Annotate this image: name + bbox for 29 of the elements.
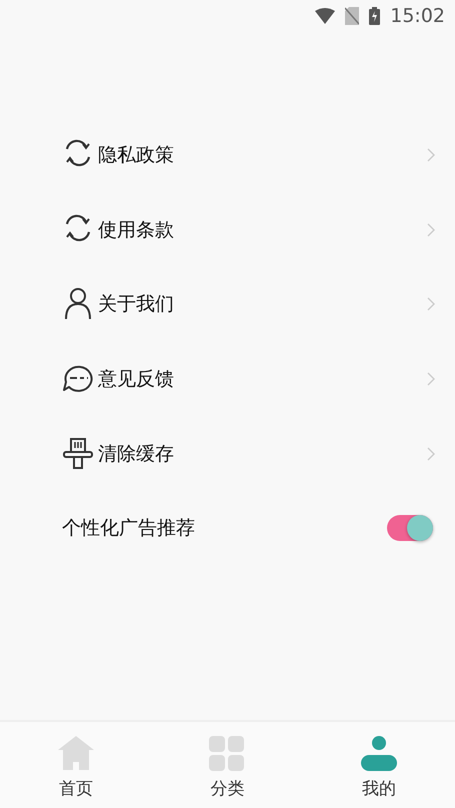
menu-item[interactable]: 使用条款 xyxy=(0,192,455,268)
nav-tab[interactable]: 首页 xyxy=(26,722,126,808)
chevron-right-icon xyxy=(427,222,435,237)
menu-label: 隐私政策 xyxy=(98,143,175,168)
menu-item[interactable]: 意见反馈 xyxy=(0,342,455,416)
nav-tab[interactable]: 分类 xyxy=(177,722,278,808)
chevron-right-icon xyxy=(427,446,435,461)
chevron-right-icon xyxy=(427,148,435,162)
menu-label: 意见反馈 xyxy=(98,367,175,392)
battery-charging-icon xyxy=(369,7,380,25)
person-icon xyxy=(62,287,94,322)
menu-label: 使用条款 xyxy=(98,218,175,243)
menu-item[interactable]: 清除缓存 xyxy=(0,416,455,491)
grid-icon xyxy=(209,736,246,771)
menu-item[interactable]: 隐私政策 xyxy=(0,118,455,193)
chevron-right-icon xyxy=(427,372,435,386)
menu-item[interactable]: 关于我们 xyxy=(0,267,455,342)
nav-tab[interactable]: 我的 xyxy=(329,722,430,808)
person-icon xyxy=(361,736,398,771)
chevron-right-icon xyxy=(427,297,435,312)
wifi-icon xyxy=(315,8,336,24)
home-icon xyxy=(58,736,94,771)
brush-icon xyxy=(62,436,94,471)
toggle-switch[interactable] xyxy=(387,515,433,542)
menu-label: 清除缓存 xyxy=(98,442,175,467)
menu-label: 关于我们 xyxy=(98,292,175,318)
toggle-label: 个性化广告推荐 xyxy=(62,516,196,542)
no-sim-icon xyxy=(345,7,360,25)
status-time: 15:02 xyxy=(390,5,445,27)
